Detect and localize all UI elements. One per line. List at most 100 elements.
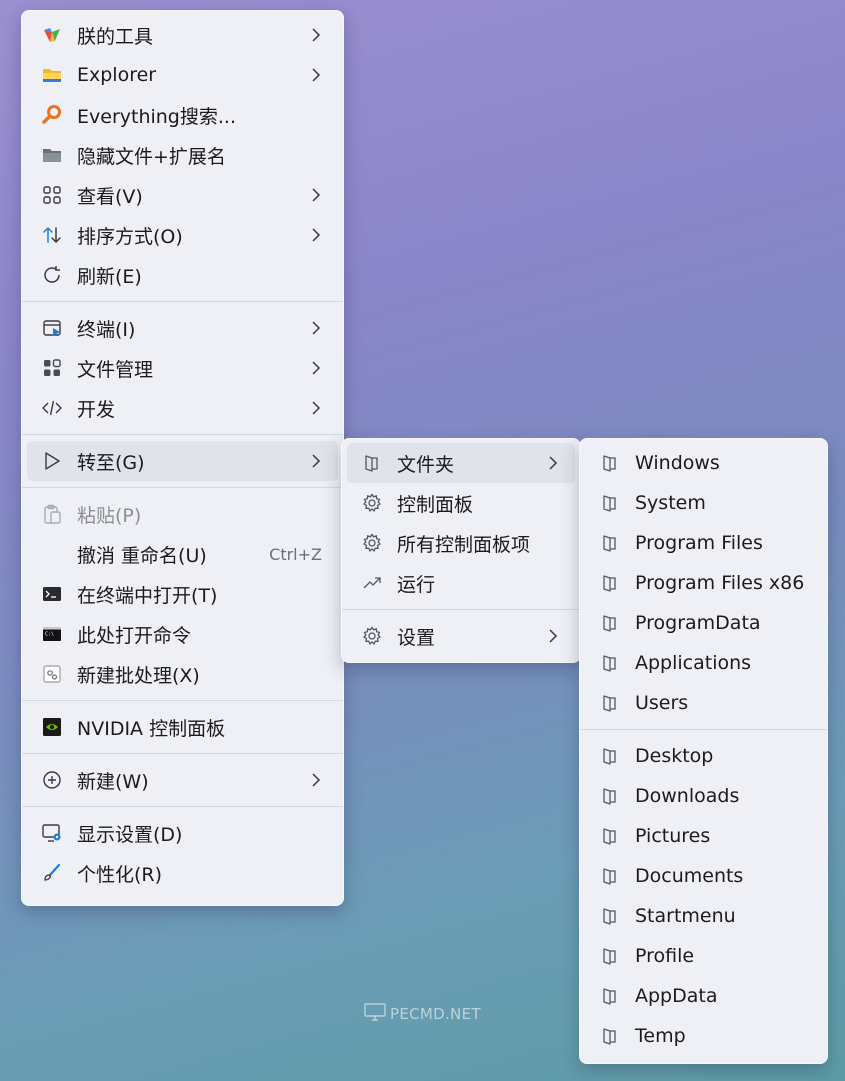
menu-separator (22, 487, 343, 488)
menu-item-label: Profile (635, 945, 695, 967)
folder-item-desktop[interactable]: Desktop (585, 736, 822, 776)
menu-item-label: 所有控制面板项 (397, 533, 531, 556)
menu-item-explorer[interactable]: Explorer (27, 55, 338, 95)
menu-separator (342, 609, 580, 610)
menu-item-label: Program Files x86 (635, 572, 805, 594)
sort-arrows-icon (41, 224, 63, 246)
folder-outline-icon (599, 785, 621, 807)
menu-item-label: Temp (635, 1025, 686, 1047)
menu-item-label: 撤消 重命名(U) (77, 544, 207, 567)
folder-item-program-files-x86[interactable]: Program Files x86 (585, 563, 822, 603)
folder-item-startmenu[interactable]: Startmenu (585, 896, 822, 936)
desktop-context-menu: 朕的工具 Explorer Everything搜索... 隐藏文件+扩展名 查… (21, 10, 344, 906)
menu-item-label: Everything搜索... (77, 105, 236, 128)
menu-item-label: Downloads (635, 785, 740, 807)
folder-item-applications[interactable]: Applications (585, 643, 822, 683)
menu-item-label: 在终端中打开(T) (77, 584, 218, 607)
console-icon (41, 583, 63, 605)
nvidia-icon (41, 716, 63, 738)
submenu-item-control-panel[interactable]: 控制面板 (347, 483, 575, 523)
chevron-right-icon (308, 453, 324, 469)
menu-item-personalize[interactable]: 个性化(R) (27, 853, 338, 893)
submenu-item-settings[interactable]: 设置 (347, 616, 575, 656)
menu-item-everything-search[interactable]: Everything搜索... (27, 95, 338, 135)
trend-arrow-icon (361, 572, 383, 594)
menu-item-nvidia-control-panel[interactable]: NVIDIA 控制面板 (27, 707, 338, 747)
menu-item-label: 隐藏文件+扩展名 (77, 145, 226, 168)
folder-item-downloads[interactable]: Downloads (585, 776, 822, 816)
menu-item-paste[interactable]: 粘贴(P) (27, 494, 338, 534)
menu-item-label: 粘贴(P) (77, 504, 142, 527)
menu-item-display-settings[interactable]: 显示设置(D) (27, 813, 338, 853)
submenu-item-all-control-panel-items[interactable]: 所有控制面板项 (347, 523, 575, 563)
chevron-right-icon (545, 455, 561, 471)
folder-outline-icon (599, 452, 621, 474)
submenu-item-folder[interactable]: 文件夹 (347, 443, 575, 483)
menu-item-label: Startmenu (635, 905, 736, 927)
folder-outline-icon (599, 945, 621, 967)
folder-yellow-icon (41, 64, 63, 86)
clipboard-icon (41, 503, 63, 525)
folder-outline-icon (599, 532, 621, 554)
menu-item-develop[interactable]: 开发 (27, 388, 338, 428)
folder-item-program-files[interactable]: Program Files (585, 523, 822, 563)
menu-item-label: 朕的工具 (77, 25, 154, 48)
menu-item-file-management[interactable]: 文件管理 (27, 348, 338, 388)
folder-item-windows[interactable]: Windows (585, 443, 822, 483)
folder-outline-icon (599, 905, 621, 927)
monitor-icon (364, 1003, 386, 1025)
chevron-right-icon (308, 320, 324, 336)
folder-item-programdata[interactable]: ProgramData (585, 603, 822, 643)
menu-item-label: 控制面板 (397, 493, 474, 516)
menu-item-open-in-terminal[interactable]: 在终端中打开(T) (27, 574, 338, 614)
menu-item-label: System (635, 492, 706, 514)
menu-item-label: 设置 (397, 626, 436, 649)
menu-item-label: Pictures (635, 825, 711, 847)
menu-item-sort-by[interactable]: 排序方式(O) (27, 215, 338, 255)
menu-item-open-command-here[interactable]: C:\ 此处打开命令 (27, 614, 338, 654)
menu-item-label: Users (635, 692, 689, 714)
menu-item-undo-rename[interactable]: 撤消 重命名(U) Ctrl+Z (27, 534, 338, 574)
plus-circle-icon (41, 769, 63, 791)
menu-item-label: AppData (635, 985, 718, 1007)
folder-item-system[interactable]: System (585, 483, 822, 523)
folder-item-pictures[interactable]: Pictures (585, 816, 822, 856)
terminal-window-icon (41, 317, 63, 339)
folder-outline-icon (599, 652, 621, 674)
shortcut-label: Ctrl+Z (269, 544, 322, 564)
grid-icon (41, 184, 63, 206)
folder-item-temp[interactable]: Temp (585, 1016, 822, 1056)
menu-item-label: NVIDIA 控制面板 (77, 717, 226, 740)
menu-item-new[interactable]: 新建(W) (27, 760, 338, 800)
rainbow-logo-icon (41, 24, 63, 46)
menu-item-label: Windows (635, 452, 720, 474)
watermark-text: PECMD.NET (390, 1005, 481, 1023)
folder-submenu: Windows System Program Files Program Fil… (579, 438, 828, 1064)
menu-item-label: Documents (635, 865, 744, 887)
submenu-item-run[interactable]: 运行 (347, 563, 575, 603)
menu-item-hidden-files[interactable]: 隐藏文件+扩展名 (27, 135, 338, 175)
menu-item-new-batch[interactable]: 新建批处理(X) (27, 654, 338, 694)
menu-item-goto[interactable]: 转至(G) (27, 441, 338, 481)
code-icon (41, 397, 63, 419)
magnifier-orange-icon (41, 104, 63, 126)
folder-item-documents[interactable]: Documents (585, 856, 822, 896)
chevron-right-icon (545, 628, 561, 644)
menu-item-view[interactable]: 查看(V) (27, 175, 338, 215)
menu-item-refresh[interactable]: 刷新(E) (27, 255, 338, 295)
menu-item-label: 个性化(R) (77, 863, 163, 886)
cmd-icon: C:\ (41, 623, 63, 645)
folder-outline-icon (599, 745, 621, 767)
folder-item-users[interactable]: Users (585, 683, 822, 723)
menu-item-label: 排序方式(O) (77, 225, 183, 248)
menu-separator (22, 301, 343, 302)
chevron-right-icon (308, 400, 324, 416)
brush-icon (41, 862, 63, 884)
gear-icon (361, 492, 383, 514)
folder-item-appdata[interactable]: AppData (585, 976, 822, 1016)
chevron-right-icon (308, 227, 324, 243)
menu-item-my-tools[interactable]: 朕的工具 (27, 15, 338, 55)
menu-separator (22, 753, 343, 754)
menu-item-terminal[interactable]: 终端(I) (27, 308, 338, 348)
folder-item-profile[interactable]: Profile (585, 936, 822, 976)
